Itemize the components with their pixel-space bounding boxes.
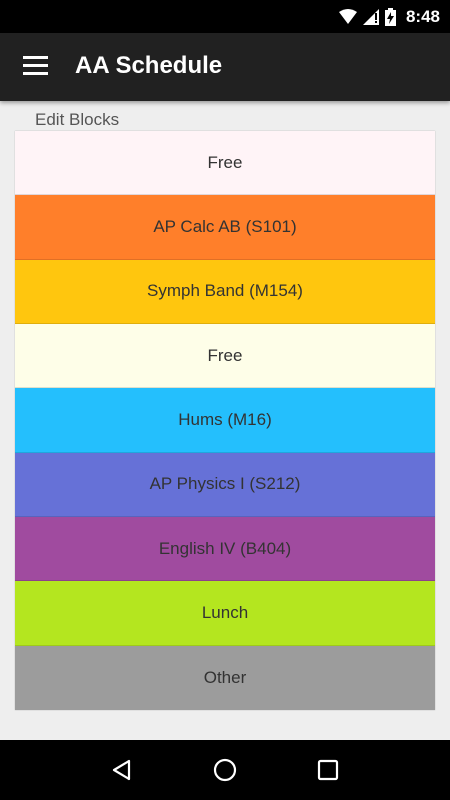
- back-icon[interactable]: [102, 750, 142, 790]
- block-row[interactable]: Symph Band (M154): [15, 259, 435, 324]
- wifi-icon: [338, 8, 357, 24]
- block-row[interactable]: Free: [15, 131, 435, 196]
- status-icons: 8:48: [338, 0, 440, 33]
- block-label: Hums (M16): [178, 409, 272, 429]
- hamburger-menu-icon[interactable]: [23, 56, 48, 76]
- block-row[interactable]: Hums (M16): [15, 388, 435, 453]
- block-label: AP Calc AB (S101): [153, 216, 297, 236]
- block-row[interactable]: Free: [15, 323, 435, 389]
- block-label: Free: [207, 345, 243, 365]
- block-label: Other: [203, 667, 247, 687]
- home-icon[interactable]: [205, 750, 245, 790]
- app-bar: AA Schedule: [0, 33, 450, 101]
- block-row[interactable]: AP Calc AB (S101): [15, 195, 435, 260]
- status-bar: 8:48: [0, 0, 450, 33]
- app-title: AA Schedule: [75, 52, 223, 79]
- navigation-bar: [0, 740, 450, 800]
- block-list: Free AP Calc AB (S101) Symph Band (M154) Fr…: [15, 131, 435, 710]
- signal-icon: [362, 8, 379, 25]
- recents-icon[interactable]: [308, 750, 348, 790]
- block-label: English IV (B404): [158, 538, 292, 558]
- section-label: Edit Blocks: [35, 110, 120, 129]
- block-row[interactable]: AP Physics I (S212): [15, 452, 435, 517]
- block-label: Lunch: [201, 602, 249, 622]
- status-time: 8:48: [405, 6, 440, 26]
- battery-charging-icon: [384, 7, 396, 26]
- block-row[interactable]: English IV (B404): [15, 516, 435, 582]
- block-label: Free: [207, 152, 243, 172]
- block-row[interactable]: Lunch: [15, 581, 435, 646]
- block-row[interactable]: Other: [15, 645, 435, 710]
- block-label: AP Physics I (S212): [149, 474, 301, 494]
- block-label: Symph Band (M154): [147, 281, 303, 301]
